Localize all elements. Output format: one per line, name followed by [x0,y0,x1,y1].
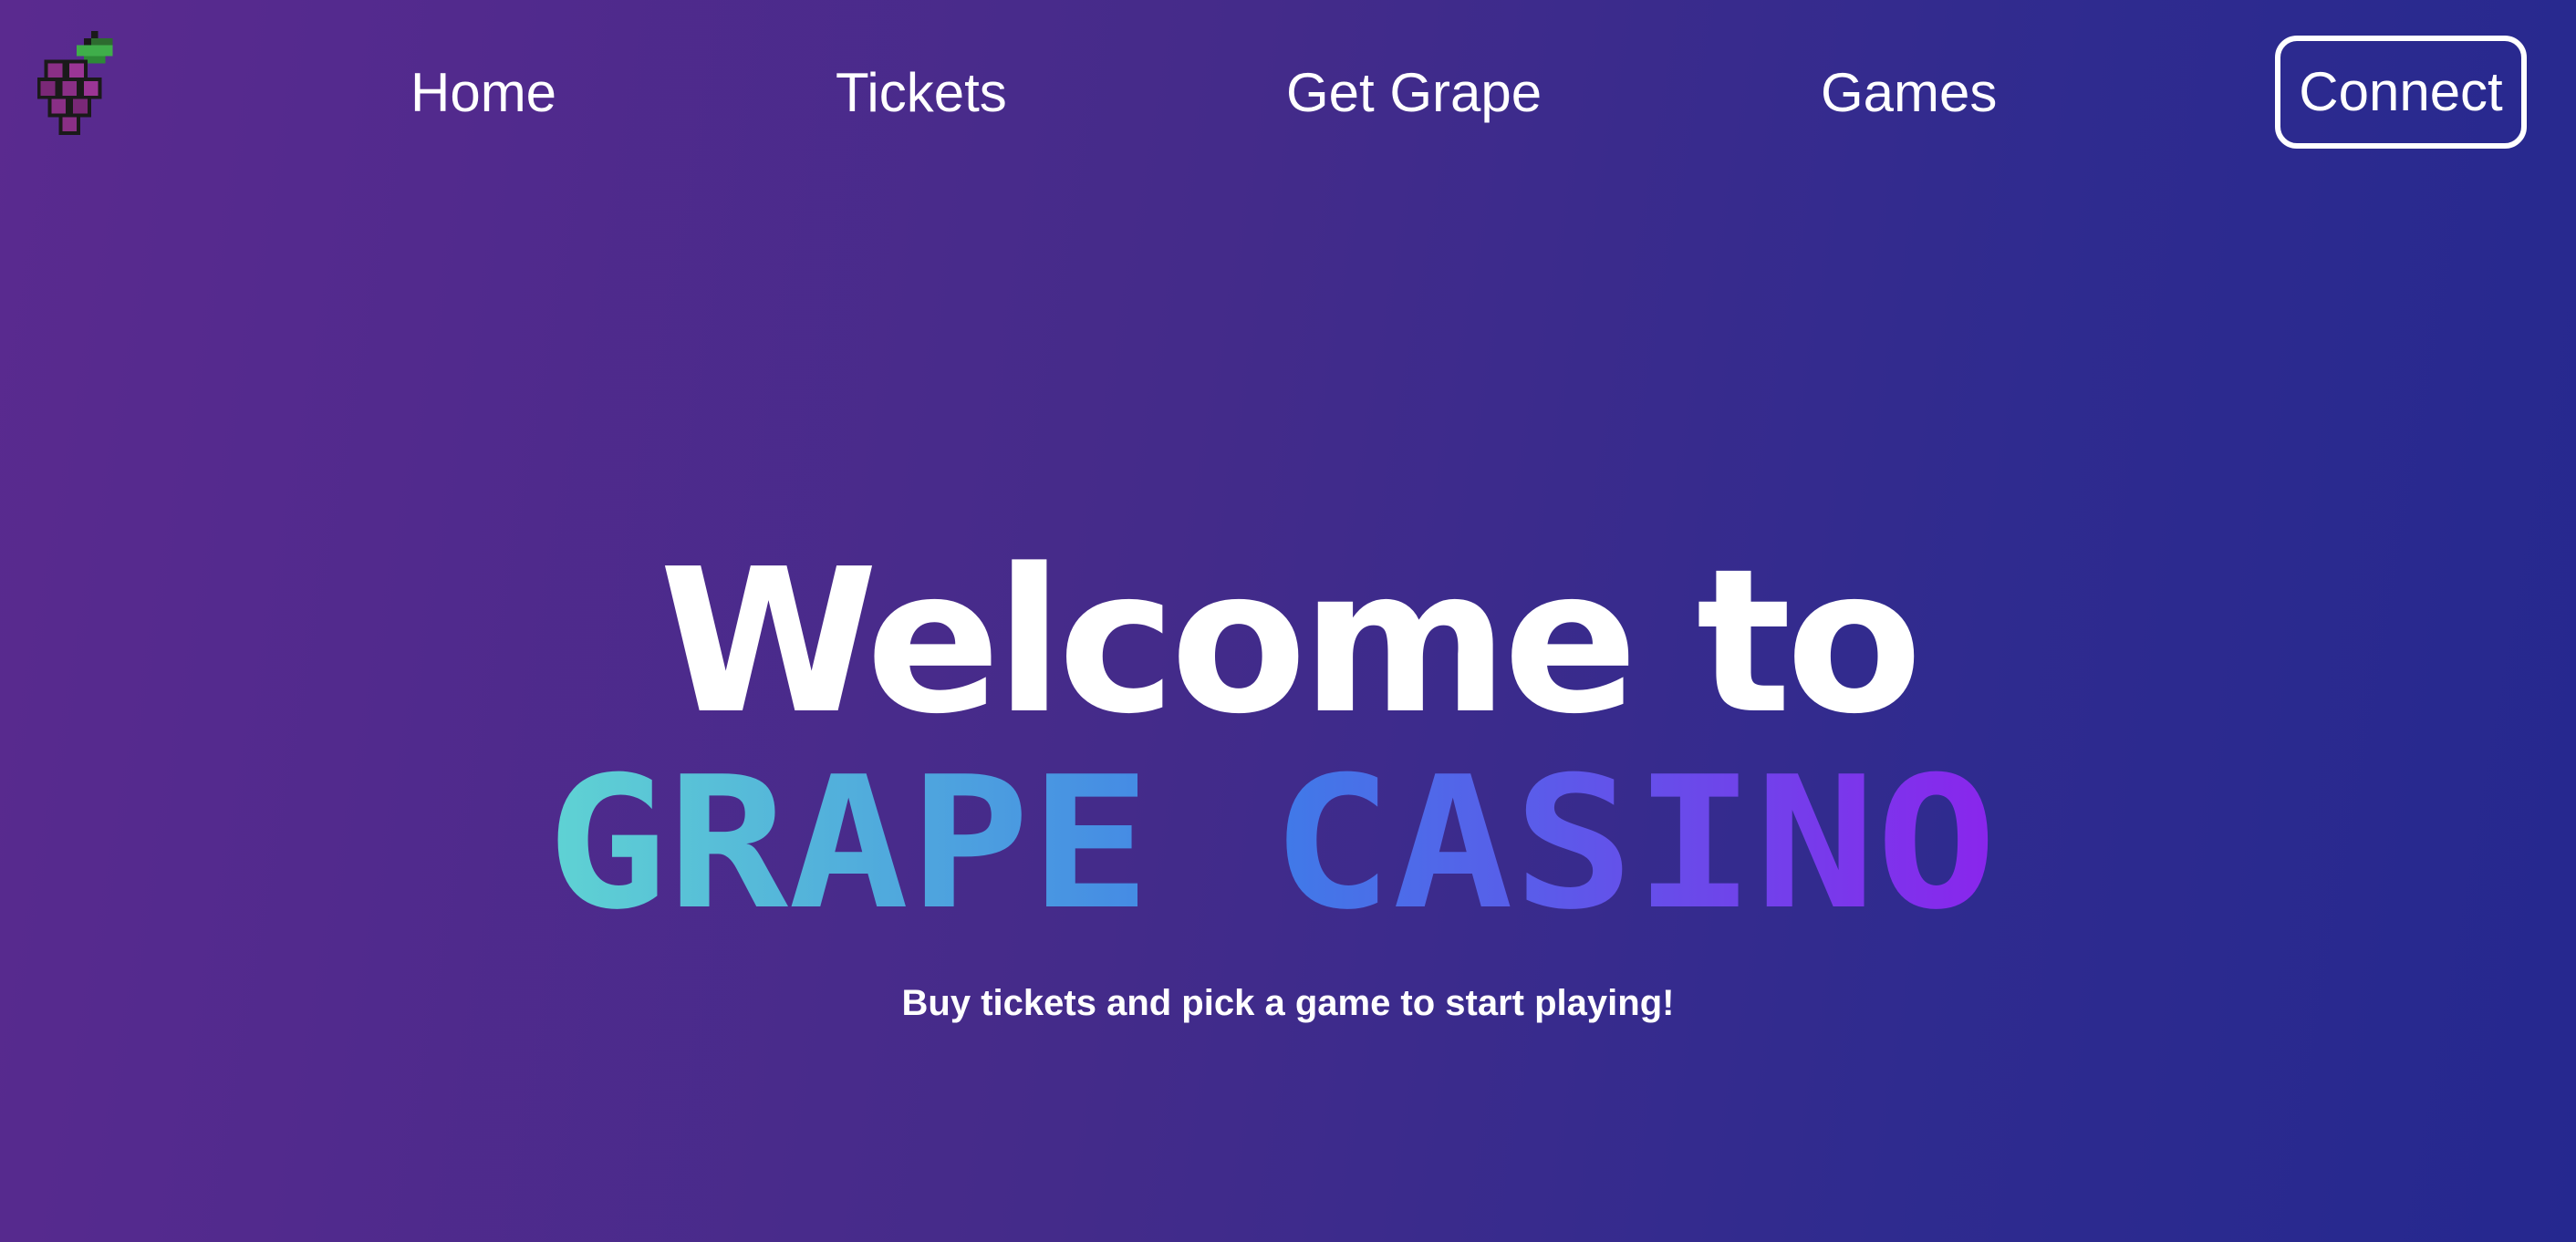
hero-welcome-heading: Welcome to [659,527,1922,758]
nav-link-home[interactable]: Home [410,57,556,129]
hero-subtitle: Buy tickets and pick a game to start pla… [901,983,1675,1023]
hero-title-text: GRAPE CASINO [546,759,1997,916]
connect-button[interactable]: Connect [2275,36,2527,149]
nav-link-get-grape[interactable]: Get Grape [1286,57,1542,129]
grape-icon[interactable] [36,31,120,139]
hero-title: GRAPE CASINO [546,759,1997,916]
nav-link-tickets[interactable]: Tickets [836,57,1007,129]
top-navigation: Home Tickets Get Grape Games Connect [0,0,2576,182]
nav-link-games[interactable]: Games [1821,57,1997,129]
